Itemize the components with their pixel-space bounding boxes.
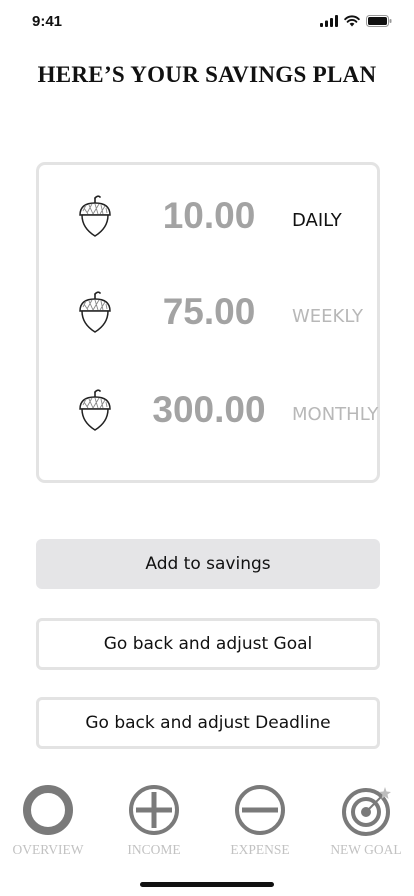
savings-plan-card: 10.00 DAILY 75.00 WEEKLY 300.00 MONTHLY	[36, 162, 380, 483]
plan-row-monthly[interactable]: 300.00 MONTHLY	[39, 379, 379, 439]
tab-overview-label: OVERVIEW	[12, 842, 84, 857]
acorn-icon	[79, 291, 111, 333]
tab-income[interactable]: INCOME	[106, 780, 202, 860]
add-to-savings-button[interactable]: Add to savings	[36, 539, 380, 589]
page-title: HERE’S YOUR SAVINGS PLAN	[37, 62, 377, 87]
weekly-period-label: WEEKLY	[292, 306, 363, 327]
tab-overview[interactable]: OVERVIEW	[0, 780, 96, 860]
battery-icon	[366, 15, 392, 27]
monthly-period-label: MONTHLY	[292, 404, 379, 425]
tab-income-label: INCOME	[127, 842, 181, 857]
tab-expense[interactable]: EXPENSE	[212, 780, 308, 860]
adjust-goal-button[interactable]: Go back and adjust Goal	[36, 618, 380, 670]
status-icons	[320, 15, 392, 27]
wifi-icon	[344, 15, 360, 27]
target-icon	[342, 787, 391, 836]
home-indicator[interactable]	[140, 882, 274, 887]
adjust-deadline-button[interactable]: Go back and adjust Deadline	[36, 697, 380, 749]
tab-new-goal-label: NEW GOAL	[330, 842, 402, 857]
status-bar: 9:41	[0, 0, 414, 44]
monthly-amount: 300.00	[152, 389, 266, 430]
plus-circle-icon	[129, 785, 179, 835]
tab-bar: OVERVIEW INCOME EXPENSE NEW GOAL	[0, 780, 414, 860]
overview-icon	[23, 785, 73, 835]
tab-new-goal[interactable]: NEW GOAL	[318, 780, 414, 860]
acorn-icon	[79, 195, 111, 237]
plan-row-daily[interactable]: 10.00 DAILY	[39, 185, 377, 245]
minus-circle-icon	[235, 785, 285, 835]
weekly-amount: 75.00	[162, 291, 256, 332]
plan-row-weekly[interactable]: 75.00 WEEKLY	[39, 281, 377, 341]
tab-expense-label: EXPENSE	[230, 842, 290, 857]
signal-icon	[320, 15, 338, 27]
daily-amount: 10.00	[162, 195, 256, 236]
acorn-icon	[79, 389, 111, 431]
status-time: 9:41	[32, 13, 63, 30]
daily-period-label: DAILY	[292, 210, 342, 231]
